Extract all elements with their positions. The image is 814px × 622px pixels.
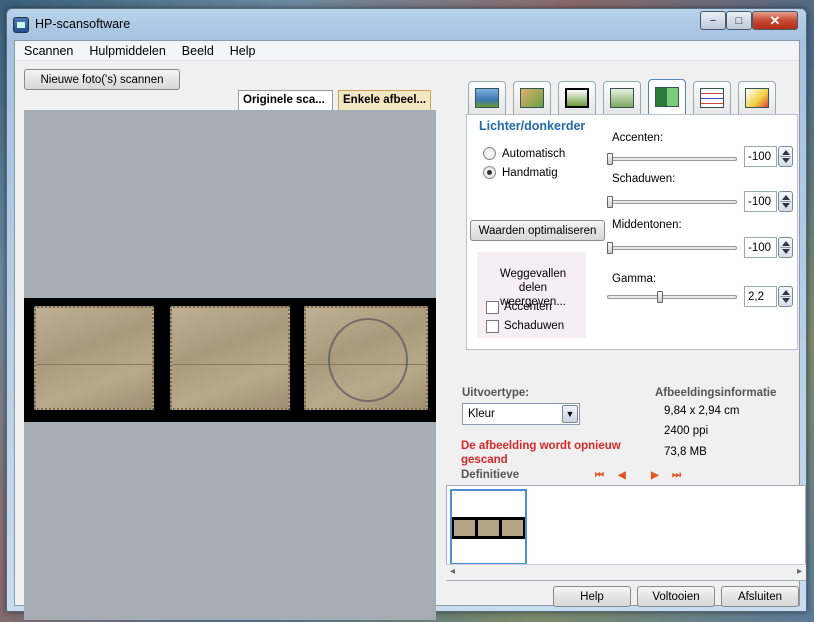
slider-midtones[interactable]: [607, 246, 737, 250]
clipped-areas-box: Weggevallen delen weergeven... Accenten …: [477, 252, 586, 338]
panel-title: Lichter/donkerder: [479, 119, 586, 133]
app-icon: [13, 17, 29, 33]
close-window-button[interactable]: ✕: [752, 11, 798, 30]
menu-scannen[interactable]: Scannen: [15, 41, 80, 60]
thumbnail-item[interactable]: [450, 489, 527, 565]
output-type-select[interactable]: Kleur ▼: [462, 403, 580, 425]
slider-label-shadows: Schaduwen:: [612, 173, 676, 185]
spin-shadows[interactable]: [778, 191, 793, 212]
finish-button[interactable]: Voltooien: [637, 586, 715, 607]
radio-automatic-label: Automatisch: [502, 148, 566, 160]
checkbox-highlights[interactable]: [486, 301, 499, 314]
scan-setup-icon: [475, 88, 499, 108]
value-gamma[interactable]: 2,2: [744, 286, 777, 307]
checkbox-highlights-label: Accenten: [504, 301, 552, 313]
scroll-left-icon[interactable]: ◂: [450, 566, 455, 577]
output-type-label: Uitvoertype:: [462, 387, 530, 399]
tab-original-scan[interactable]: Originele sca...: [238, 90, 333, 110]
thumbnail-scrollbar[interactable]: ◂ ▸: [446, 564, 806, 580]
slider-gamma-thumb[interactable]: [656, 291, 663, 303]
checkbox-shadows-label: Schaduwen: [504, 320, 565, 332]
exposure-panel: Lichter/donkerder Automatisch Handmatig …: [466, 114, 798, 350]
color-adjust-icon: [700, 88, 724, 108]
title-bar[interactable]: HP-scansoftware − □ ✕: [7, 9, 806, 39]
stamp-image: [304, 306, 428, 410]
chevron-down-icon[interactable]: ▼: [562, 405, 578, 423]
preview-area[interactable]: [24, 110, 436, 620]
value-shadows[interactable]: -100: [744, 191, 777, 212]
image-info-label: Afbeeldingsinformatie: [655, 387, 777, 399]
tab-crop[interactable]: [558, 81, 596, 115]
tab-resize[interactable]: [513, 81, 551, 115]
tab-single-image[interactable]: Enkele afbeel...: [338, 90, 431, 110]
menu-bar: Scannen Hulpmiddelen Beeld Help: [15, 41, 799, 61]
radio-manual[interactable]: [483, 166, 496, 179]
menu-hulpmiddelen[interactable]: Hulpmiddelen: [80, 41, 172, 60]
image-resolution: 2400 ppi: [664, 425, 709, 437]
slider-midtones-thumb[interactable]: [607, 242, 613, 254]
tab-exposure[interactable]: [648, 79, 686, 115]
output-type-value: Kleur: [468, 408, 495, 420]
scan-new-button[interactable]: Nieuwe foto('s) scannen: [24, 69, 180, 90]
radio-manual-label: Handmatig: [502, 167, 558, 179]
spin-midtones[interactable]: [778, 237, 793, 258]
scroll-right-icon[interactable]: ▸: [797, 566, 802, 577]
slider-gamma[interactable]: [607, 295, 737, 299]
slider-shadows-thumb[interactable]: [607, 196, 613, 208]
value-highlights[interactable]: -100: [744, 146, 777, 167]
slider-label-highlights: Accenten:: [612, 132, 664, 144]
spin-highlights[interactable]: [778, 146, 793, 167]
menu-beeld[interactable]: Beeld: [173, 41, 221, 60]
client-area: Scannen Hulpmiddelen Beeld Help Nieuwe f…: [14, 40, 806, 620]
radio-automatic[interactable]: [483, 147, 496, 160]
slider-shadows[interactable]: [607, 200, 737, 204]
image-size: 9,84 x 2,94 cm: [664, 405, 740, 417]
frame-icon: [610, 88, 634, 108]
window-title: HP-scansoftware: [35, 17, 131, 31]
next-image-icon[interactable]: ▶: [651, 470, 659, 481]
slider-label-midtones: Middentonen:: [612, 219, 682, 231]
tab-color-adjust[interactable]: [693, 81, 731, 115]
tab-magic[interactable]: [738, 81, 776, 115]
crop-icon: [565, 88, 589, 108]
magic-wand-icon: [745, 88, 769, 108]
close-button[interactable]: Afsluiten: [721, 586, 799, 607]
film-strip: [24, 298, 436, 422]
thumbnail-image: [452, 517, 525, 539]
previous-image-icon[interactable]: ◀: [618, 470, 626, 481]
rescan-warning: De afbeelding wordt opnieuw gescand: [461, 440, 621, 466]
menu-help[interactable]: Help: [221, 41, 263, 60]
minimize-button[interactable]: −: [700, 11, 726, 30]
image-filesize: 73,8 MB: [664, 446, 707, 458]
exposure-icon: [655, 87, 679, 107]
checkbox-shadows[interactable]: [486, 320, 499, 333]
slider-label-gamma: Gamma:: [612, 273, 657, 285]
help-button[interactable]: Help: [553, 586, 631, 607]
slider-highlights-thumb[interactable]: [607, 153, 613, 165]
resize-icon: [520, 88, 544, 108]
first-image-icon[interactable]: ⏮: [595, 470, 604, 481]
app-window: HP-scansoftware − □ ✕ Scannen Hulpmiddel…: [6, 8, 807, 620]
spin-gamma[interactable]: [778, 286, 793, 307]
tab-frame[interactable]: [603, 81, 641, 115]
last-image-icon[interactable]: ⏭: [672, 470, 681, 481]
maximize-button[interactable]: □: [726, 11, 752, 30]
stamp-image: [170, 306, 290, 410]
value-midtones[interactable]: -100: [744, 237, 777, 258]
stamp-image: [34, 306, 154, 410]
optimize-values-button[interactable]: Waarden optimaliseren: [470, 220, 605, 241]
tab-scan-setup[interactable]: [468, 81, 506, 115]
final-label: Definitieve: [461, 469, 520, 481]
slider-highlights[interactable]: [607, 157, 737, 161]
